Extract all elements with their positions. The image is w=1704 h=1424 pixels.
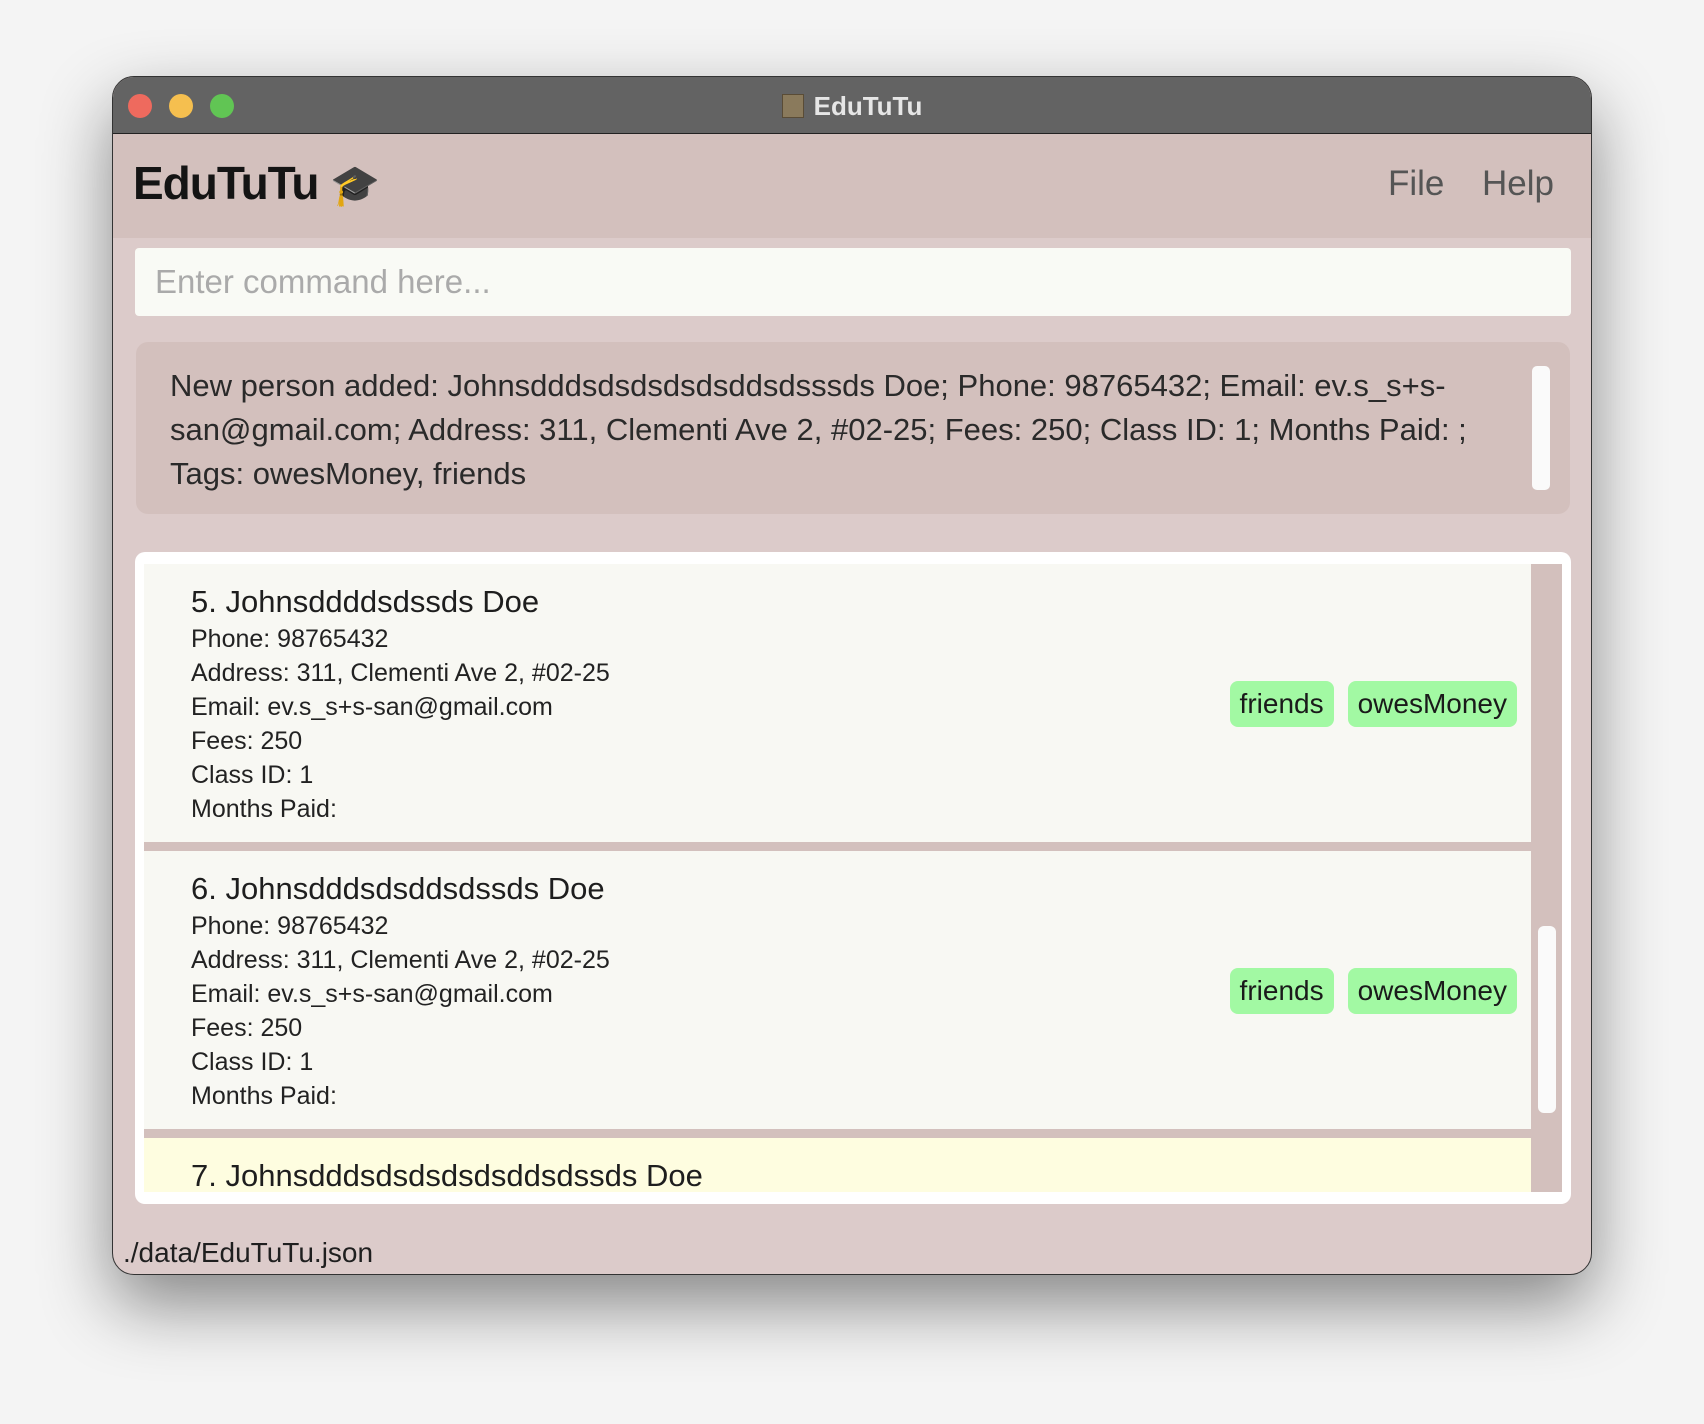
person-phone: Phone: 98765432 (191, 912, 389, 940)
menu-file[interactable]: File (1388, 164, 1444, 204)
title-bar: EduTuTu (113, 77, 1591, 134)
menu-help[interactable]: Help (1482, 164, 1554, 204)
status-bar-path: ./data/EduTuTu.json (123, 1237, 374, 1268)
person-months-paid: Months Paid: (191, 795, 337, 823)
person-fees: Fees: 250 (191, 1014, 303, 1042)
graduation-cap-icon: 🎓 (330, 164, 380, 208)
person-list: 5. Johnsddddsdssds Doe Phone: 98765432 A… (135, 552, 1571, 1204)
tag: friends (1229, 968, 1334, 1014)
app-window: EduTuTu EduTuTu 🎓 File Help New person a… (112, 76, 1592, 1275)
result-text: New person added: Johnsdddsdsdsdsdsddsds… (170, 368, 1467, 491)
contacts-book-icon (781, 94, 804, 118)
brand-text: EduTuTu (133, 157, 319, 209)
tag: owesMoney (1347, 968, 1517, 1014)
person-card-selected[interactable]: 7. Johnsdddsdsdsdsdsddsdssds Doe (144, 1138, 1531, 1192)
person-fees: Fees: 250 (191, 727, 303, 755)
person-phone: Phone: 98765432 (191, 625, 389, 653)
tag: owesMoney (1347, 681, 1517, 727)
window-title-text: EduTuTu (813, 91, 923, 121)
person-name: 5. Johnsddddsdssds Doe (191, 584, 540, 619)
result-scrollbar[interactable] (1532, 366, 1550, 490)
person-months-paid: Months Paid: (191, 1082, 337, 1110)
window-title: EduTuTu (113, 91, 1591, 122)
command-input[interactable] (135, 248, 1571, 316)
tag: friends (1229, 681, 1334, 727)
person-name: 7. Johnsdddsdsdsdsdsddsdssds Doe (191, 1158, 703, 1192)
person-name: 6. Johnsdddsdsddsdssds Doe (191, 871, 605, 906)
header: EduTuTu 🎓 File Help (113, 134, 1591, 238)
brand: EduTuTu 🎓 (133, 156, 380, 210)
result-display: New person added: Johnsdddsdsdsdsdsddsds… (136, 342, 1570, 514)
list-scrollbar[interactable] (1538, 926, 1556, 1113)
person-card[interactable]: 5. Johnsddddsdssds Doe Phone: 98765432 A… (144, 564, 1531, 842)
person-card[interactable]: 6. Johnsdddsdsddsdssds Doe Phone: 987654… (144, 851, 1531, 1129)
person-class-id: Class ID: 1 (191, 1048, 314, 1076)
command-area (113, 238, 1591, 318)
person-class-id: Class ID: 1 (191, 761, 314, 789)
